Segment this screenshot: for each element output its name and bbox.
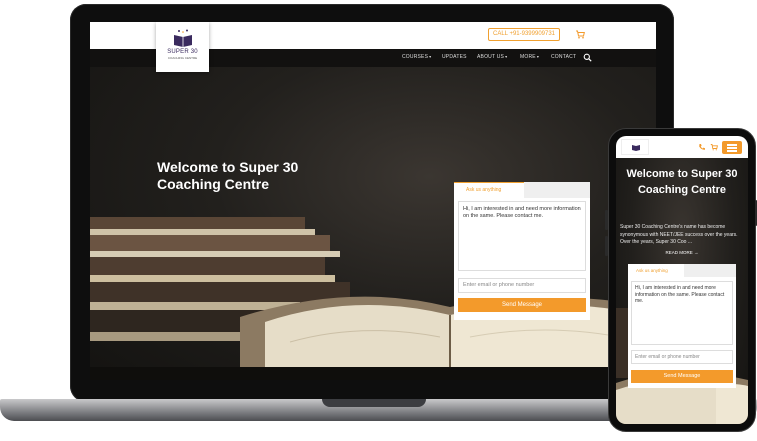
nav-item-label: COURSES	[402, 54, 429, 60]
chevron-down-icon: ▾	[429, 54, 432, 59]
mobile-logo[interactable]	[621, 139, 649, 155]
contact-input[interactable]: Enter email or phone number	[631, 350, 733, 364]
open-book-icon	[173, 29, 192, 47]
message-textarea[interactable]: Hi, I am interested in and need more inf…	[631, 281, 733, 345]
nav-item-label: CONTACT	[551, 54, 577, 60]
logo-title: SUPER 30	[167, 49, 198, 55]
contact-input[interactable]: Enter email or phone number	[458, 278, 586, 293]
hero-banner: Welcome to Super 30 Coaching Centre Ask …	[90, 67, 656, 380]
phone-icon[interactable]	[698, 143, 706, 151]
chevron-down-icon: ▾	[505, 54, 508, 59]
call-button[interactable]: CALL +91-9399909731	[488, 28, 560, 41]
laptop-notch	[322, 399, 426, 407]
nav-item-contact[interactable]: CONTACT	[551, 54, 576, 60]
chevron-down-icon: ▾	[536, 54, 540, 59]
phone-volume-button	[605, 236, 608, 256]
hamburger-icon[interactable]	[722, 141, 742, 154]
site-header: SUPER 30 COACHING CENTRE CALL +91-939990…	[90, 22, 656, 72]
nav-item-label: UPDATES	[442, 54, 467, 60]
mobile-header	[616, 136, 748, 158]
laptop-screen: SUPER 30 COACHING CENTRE CALL +91-939990…	[90, 22, 656, 380]
nav-item-courses[interactable]: COURSES▾	[402, 54, 431, 60]
logo-subtitle: COACHING CENTRE	[167, 56, 198, 60]
cart-icon[interactable]	[575, 29, 585, 39]
read-more-link[interactable]: READ MORE →	[616, 250, 748, 255]
mobile-hero-title: Welcome to Super 30 Coaching Centre	[626, 168, 738, 196]
send-message-button[interactable]: Send Message	[631, 370, 733, 383]
tab-ask-us-anything[interactable]: Ask us anything	[628, 264, 684, 277]
mobile-enquiry-form: Ask us anything Hi, I am interested in a…	[628, 264, 736, 388]
nav-item-more[interactable]: MORE▾	[520, 54, 539, 60]
nav-item-updates[interactable]: UPDATES	[442, 54, 467, 60]
nav-item-about-us[interactable]: ABOUT US▾	[477, 54, 507, 60]
mobile-hero: Welcome to Super 30 Coaching Centre Supe…	[616, 158, 748, 424]
message-textarea[interactable]: Hi, I am interested in and need more inf…	[458, 201, 586, 271]
search-icon[interactable]	[583, 53, 592, 62]
device-mockup: SUPER 30 COACHING CENTRE CALL +91-939990…	[0, 0, 757, 441]
phone-volume-button	[605, 210, 608, 230]
enquiry-form: Ask us anything Hi, I am interested in a…	[454, 182, 590, 320]
cart-icon[interactable]	[710, 143, 718, 151]
nav-item-label: ABOUT US	[477, 54, 505, 60]
site-logo[interactable]: SUPER 30 COACHING CENTRE	[156, 22, 209, 72]
nav-item-label: MORE	[520, 54, 536, 60]
hero-title: Welcome to Super 30 Coaching Centre	[157, 159, 299, 192]
open-book-icon	[632, 145, 640, 151]
send-message-button[interactable]: Send Message	[458, 298, 586, 312]
mobile-hero-description: Super 30 Coaching Centre's name has beco…	[620, 224, 738, 245]
phone-screen: Welcome to Super 30 Coaching Centre Supe…	[616, 136, 748, 424]
tab-ask-us-anything[interactable]: Ask us anything	[454, 182, 524, 198]
